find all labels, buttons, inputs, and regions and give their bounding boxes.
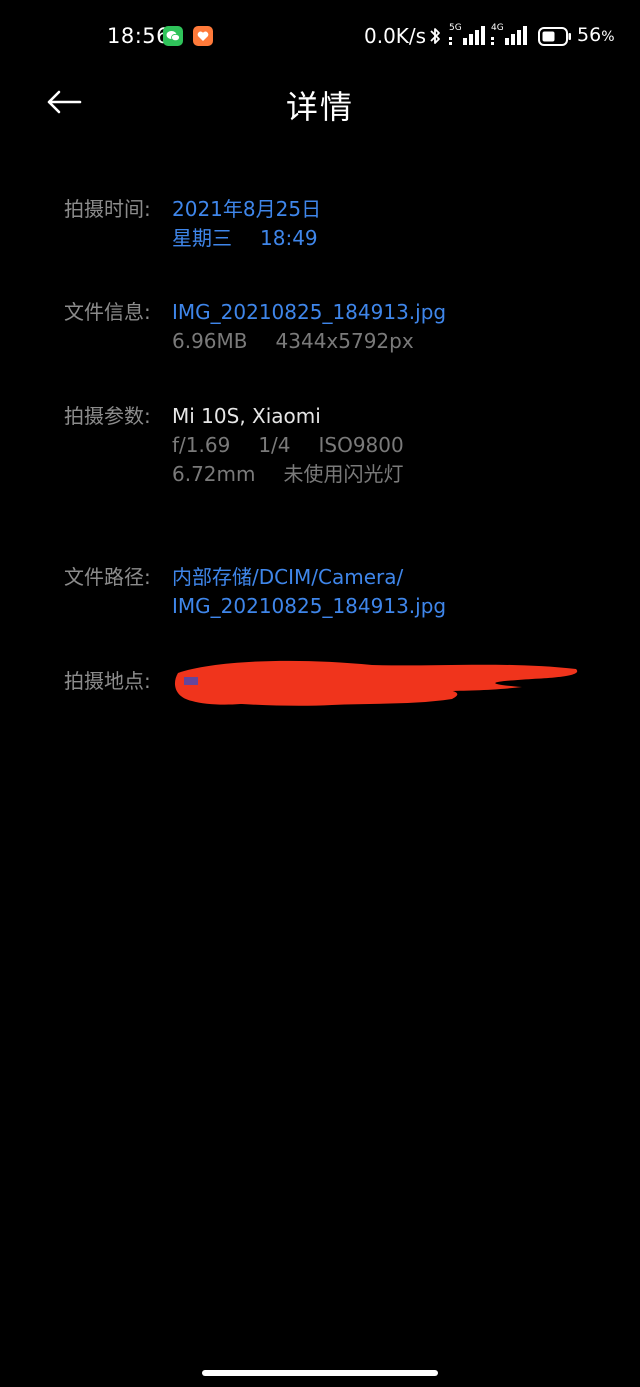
device-model: Mi 10S, Xiaomi [172, 404, 321, 428]
file-size-resolution: 6.96MB 4344x5792px [172, 327, 446, 356]
capture-time-label: 拍摄时间: [64, 197, 151, 221]
wechat-icon [163, 26, 183, 46]
sim1-network-label: 5G [449, 23, 462, 33]
lens-flash: 6.72mm 未使用闪光灯 [172, 460, 404, 489]
sim2-network-label: 4G [491, 23, 504, 33]
file-path-filename: IMG_20210825_184913.jpg [172, 594, 447, 618]
file-name: IMG_20210825_184913.jpg [172, 300, 447, 324]
battery-unit: % [601, 29, 615, 45]
capture-weekday-time: 星期三 18:49 [172, 224, 321, 253]
bluetooth-icon [429, 26, 441, 50]
file-info-label: 文件信息: [64, 300, 151, 324]
battery-percentage: 56% [577, 24, 615, 46]
shutter-speed: 1/4 [258, 433, 291, 457]
file-info-values[interactable]: IMG_20210825_184913.jpg 6.96MB 4344x5792p… [172, 298, 446, 356]
file-resolution: 4344x5792px [275, 329, 414, 353]
capture-params-values: Mi 10S, Xiaomi f/1.69 1/4 ISO9800 6.72mm 未使… [172, 402, 404, 489]
exposure-params: f/1.69 1/4 ISO9800 [172, 431, 404, 460]
iso: ISO9800 [318, 433, 404, 457]
capture-time-values[interactable]: 2021年8月25日 星期三 18:49 [172, 195, 321, 253]
signal-5g-icon: 5G [449, 24, 487, 50]
battery-icon [538, 27, 572, 50]
file-path-values[interactable]: 内部存储/DCIM/Camera/ IMG_20210825_184913.jp… [172, 563, 446, 621]
capture-weekday: 星期三 [172, 226, 232, 250]
capture-clock: 18:49 [260, 226, 318, 250]
capture-date: 2021年8月25日 [172, 197, 322, 221]
signal-4g-icon: 4G [491, 24, 529, 50]
capture-params-label: 拍摄参数: [64, 404, 151, 428]
aperture: f/1.69 [172, 433, 231, 457]
page-title: 详情 [285, 88, 354, 126]
home-indicator[interactable] [202, 1370, 438, 1376]
status-time: 18:56 [107, 24, 171, 48]
battery-number: 56 [577, 24, 602, 46]
location-label: 拍摄地点: [64, 669, 151, 693]
flash-status: 未使用闪光灯 [283, 462, 404, 486]
file-path-folder: 内部存储/DCIM/Camera/ [172, 565, 404, 589]
status-bar: 18:56 0.0K/s 5G 4G 56% [0, 0, 640, 74]
file-size: 6.96MB [172, 329, 248, 353]
file-path-label: 文件路径: [64, 565, 151, 589]
focal-length: 6.72mm [172, 462, 256, 486]
health-app-icon [193, 26, 213, 46]
location-redaction-mark [172, 659, 582, 715]
network-speed: 0.0K/s [364, 24, 427, 48]
